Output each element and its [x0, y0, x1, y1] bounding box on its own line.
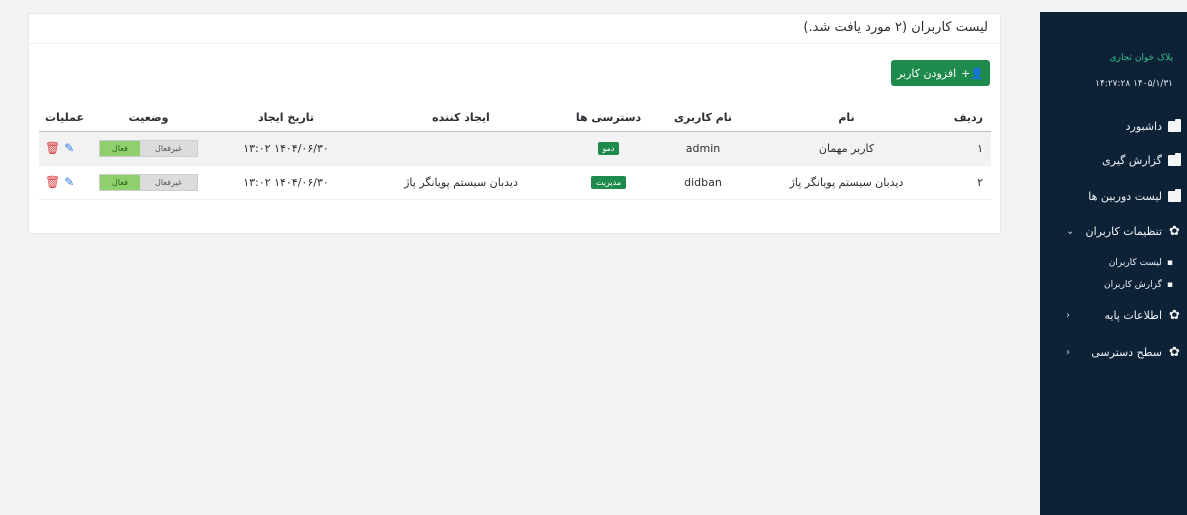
sidebar-item-label: لیست دوربین ها: [1088, 189, 1162, 203]
sidebar-item-reports[interactable]: گزارش گیری: [1046, 150, 1181, 170]
role-badge: دمو: [597, 142, 620, 155]
header-name[interactable]: نام: [750, 104, 943, 132]
card-header: لیست کاربران (۲ مورد یافت شد.): [29, 14, 1000, 44]
gear-icon: ✿: [1169, 223, 1180, 239]
brand-title: پلاک خوان تجاری: [1109, 53, 1173, 63]
sidebar-subitem-user-list[interactable]: ▪ لیست کاربران: [1109, 255, 1173, 271]
header-creator[interactable]: ایجاد کننده: [361, 104, 561, 132]
add-user-icon: 👤+: [961, 66, 985, 80]
users-icon: ▪: [1166, 280, 1173, 290]
sidebar-subitem-label: گزارش کاربران: [1103, 280, 1162, 290]
sidebar-item-label: داشبورد: [1125, 119, 1162, 133]
cell-date: ۱۴۰۴/۰۶/۳۰ ۱۳:۰۲: [211, 131, 361, 166]
cell-creator: دیدبان سیستم پویانگر پاژ: [361, 165, 561, 200]
sidebar-item-access-level[interactable]: ✿ سطح دسترسی ‹: [1046, 342, 1181, 362]
header-username[interactable]: نام کاربری: [656, 104, 750, 132]
cell-name: دیدبان سیستم پویانگر پاژ: [750, 165, 943, 200]
cell-status: فعال غیرفعال: [86, 165, 211, 200]
gear-icon: ✿: [1169, 344, 1180, 360]
status-off[interactable]: غیرفعال: [140, 140, 197, 156]
header-ops: عملیات: [39, 104, 86, 132]
sidebar-item-base-info[interactable]: ✿ اطلاعات پایه ‹: [1046, 305, 1181, 325]
sidebar-item-cameras[interactable]: لیست دوربین ها: [1046, 186, 1181, 206]
sidebar-item-label: سطح دسترسی: [1091, 345, 1162, 359]
status-toggle[interactable]: فعال غیرفعال: [99, 173, 198, 191]
status-off[interactable]: غیرفعال: [140, 174, 197, 190]
table-row[interactable]: ۱ کاربر مهمان admin دمو ۱۴۰۴/۰۶/۳۰ ۱۳:۰۲…: [39, 131, 991, 166]
cell-username: admin: [656, 131, 750, 166]
sidebar-item-label: اطلاعات پایه: [1104, 308, 1162, 322]
status-on[interactable]: فعال: [100, 140, 140, 156]
chevron-down-icon: ⌄: [1066, 225, 1075, 237]
add-user-button[interactable]: 👤+ افزودن کاربر: [891, 60, 990, 86]
sidebar-item-user-settings[interactable]: ✿ تنظیمات کاربران ⌄: [1046, 221, 1181, 241]
cell-status: فعال غیرفعال: [86, 131, 211, 166]
add-user-label: افزودن کاربر: [896, 66, 957, 80]
clock: ۱۴۰۵/۱/۳۱ ۱۴:۲۷:۲۸: [1095, 79, 1173, 89]
page-title: لیست کاربران (۲ مورد یافت شد.): [803, 20, 988, 35]
edit-icon[interactable]: ✎: [64, 141, 74, 155]
header-date[interactable]: تاریخ ایجاد: [211, 104, 361, 132]
sidebar-subitem-label: لیست کاربران: [1108, 258, 1162, 268]
chevron-left-icon: ‹: [1066, 346, 1070, 358]
status-on[interactable]: فعال: [100, 174, 140, 190]
folder-icon: [1168, 152, 1181, 166]
cell-role: دمو: [561, 131, 656, 166]
folder-icon: [1168, 118, 1181, 132]
cell-idx: ۱: [943, 131, 991, 166]
sidebar-item-label: گزارش گیری: [1102, 153, 1162, 167]
cell-ops: 🗑 ✎: [39, 131, 86, 166]
cell-ops: 🗑 ✎: [39, 165, 86, 200]
header-status[interactable]: وضعیت: [86, 104, 211, 132]
cell-idx: ۲: [943, 165, 991, 200]
sidebar: پلاک خوان تجاری ۱۴۰۵/۱/۳۱ ۱۴:۲۷:۲۸ داشبو…: [1040, 12, 1187, 515]
users-icon: ▪: [1166, 258, 1173, 268]
chevron-left-icon: ‹: [1066, 309, 1070, 321]
cell-creator: [361, 131, 561, 166]
edit-icon[interactable]: ✎: [64, 175, 74, 189]
header-idx[interactable]: ردیف: [943, 104, 991, 132]
trash-icon[interactable]: 🗑: [45, 141, 60, 155]
table-row[interactable]: ۲ دیدبان سیستم پویانگر پاژ didban مدیریت…: [39, 165, 991, 200]
trash-icon[interactable]: 🗑: [45, 175, 60, 189]
table-header-row: ردیف نام نام کاربری دسترسی ها ایجاد کنند…: [39, 104, 991, 132]
sidebar-subitem-user-report[interactable]: ▪ گزارش کاربران: [1104, 277, 1173, 293]
folder-icon: [1168, 188, 1181, 202]
cell-date: ۱۴۰۴/۰۶/۳۰ ۱۳:۰۲: [211, 165, 361, 200]
sidebar-item-label: تنظیمات کاربران: [1085, 224, 1162, 238]
sidebar-item-dashboard[interactable]: داشبورد: [1046, 116, 1181, 136]
role-badge: مدیریت: [590, 176, 627, 189]
gear-icon: ✿: [1169, 307, 1180, 323]
cell-username: didban: [656, 165, 750, 200]
cell-name: کاربر مهمان: [750, 131, 943, 166]
status-toggle[interactable]: فعال غیرفعال: [99, 139, 198, 157]
users-card: لیست کاربران (۲ مورد یافت شد.) 👤+ افزودن…: [28, 13, 1001, 234]
users-table: ردیف نام نام کاربری دسترسی ها ایجاد کنند…: [39, 104, 991, 200]
cell-role: مدیریت: [561, 165, 656, 200]
header-role[interactable]: دسترسی ها: [561, 104, 656, 132]
